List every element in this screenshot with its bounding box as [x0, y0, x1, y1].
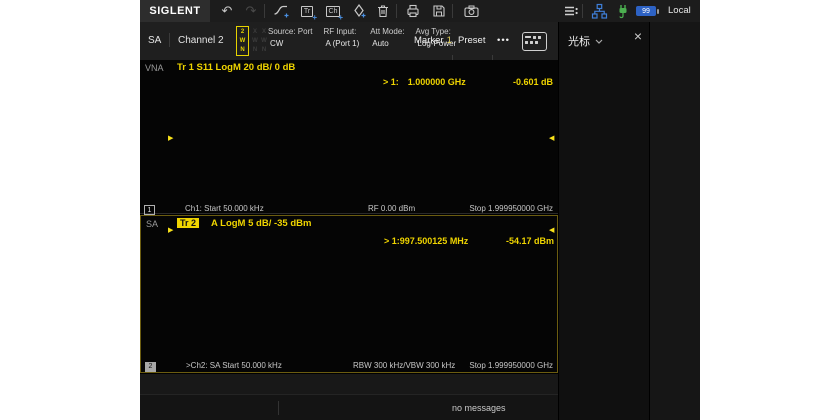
toolbar-divider [582, 4, 583, 18]
marker-panel: 光标 × [558, 22, 700, 420]
chevron-down-icon [595, 39, 603, 44]
more-button[interactable]: ••• [497, 22, 510, 60]
trace-end-marker-icon: ◀ [549, 135, 554, 142]
sa-section-label: SA [146, 219, 158, 229]
vna-channel-number[interactable]: 1 [144, 205, 155, 215]
setup-info-column: RF Input: A (Port 1) [323, 27, 359, 48]
vna-trace-header[interactable]: Tr 1 S11 LogM 20 dB/ 0 dB [177, 62, 295, 73]
undo-icon[interactable]: ↶ [216, 0, 238, 22]
channel-tab-letter: 2 [241, 29, 244, 35]
local-remote-button[interactable]: Local [668, 0, 691, 22]
ghost-tab-letter: W [261, 38, 267, 44]
vna-rf-power: RF 0.00 dBm [368, 204, 415, 213]
sa-window[interactable]: SA Tr 2 A LogM 5 dB/ -35 dBm > 1:997.500… [140, 215, 558, 373]
vna-window[interactable]: VNA Tr 1 S11 LogM 20 dB/ 0 dB > 1:1.0000… [140, 60, 558, 214]
channel-tab-active[interactable]: 2 WN [236, 26, 249, 56]
redo-icon[interactable]: ↷ [240, 0, 262, 22]
setup-label: Att Mode: [370, 27, 404, 36]
preset-button[interactable]: Preset [458, 22, 485, 60]
brand-logo: SIGLENT [140, 0, 210, 22]
network-icon[interactable] [588, 0, 610, 22]
ghost-tab-letter: W [252, 38, 258, 44]
battery-indicator: 99 [636, 6, 656, 16]
sa-channel-number[interactable]: 2 [145, 362, 156, 372]
marker-softkey[interactable]: Marker1 [414, 22, 452, 60]
channel-tab-letter: W [240, 38, 246, 44]
divider [169, 33, 170, 47]
ghost-tab-letter: X [253, 29, 257, 35]
panel-menu-column [649, 22, 700, 420]
toolbar-divider [452, 4, 453, 18]
sa-marker-readout: > 1:997.500125 MHz -54.17 dBm [384, 236, 554, 246]
add-marker-icon[interactable] [348, 0, 370, 22]
add-tr-icon[interactable]: Tr+ [296, 0, 318, 22]
trace-start-marker-icon: ▶ [168, 135, 173, 142]
vna-section-label: VNA [145, 63, 164, 73]
channel-bar: SA Channel 2 2WN XWN XWN Source: PortCWR… [140, 22, 558, 60]
print-icon[interactable] [402, 0, 424, 22]
setup-info-column: Source: Port CW [268, 27, 312, 48]
add-trace-curve-icon[interactable] [270, 0, 292, 22]
screenshot-camera-icon[interactable] [460, 0, 482, 22]
setup-value: Auto [370, 39, 404, 48]
menu-list-icon[interactable] [560, 0, 582, 22]
message-area: no messages [452, 395, 506, 420]
mode-label[interactable]: SA [148, 22, 161, 60]
setup-label: RF Input: [323, 27, 359, 36]
vna-stop-freq: Stop 1.999950000 GHz [469, 204, 553, 213]
toolbar-divider [264, 4, 265, 18]
delete-icon[interactable] [372, 0, 394, 22]
power-plug-icon [612, 0, 634, 22]
marker-number: 1 [447, 35, 452, 46]
apps-grid-icon[interactable] [522, 32, 547, 51]
sa-start-freq: >Ch2: SA Start 50.000 kHz [186, 361, 282, 370]
setup-value: A (Port 1) [323, 39, 359, 48]
divider [278, 401, 279, 415]
sa-stop-freq: Stop 1.999950000 GHz [469, 361, 553, 370]
setup-label: Source: Port [268, 27, 312, 36]
vna-marker-readout: > 1:1.000000 GHz -0.601 dB [383, 77, 553, 87]
sa-trace-header[interactable]: A LogM 5 dB/ -35 dBm [211, 218, 311, 229]
top-toolbar: SIGLENT ↶ ↷ Tr+ Ch+ [140, 0, 700, 22]
add-ch-icon[interactable]: Ch+ [322, 0, 344, 22]
status-bar [140, 374, 558, 394]
save-icon[interactable] [428, 0, 450, 22]
close-icon[interactable]: × [634, 28, 642, 44]
vna-start-freq: Ch1: Start 50.000 kHz [185, 204, 264, 213]
toolbar-divider [396, 4, 397, 18]
sa-rbw-vbw: RBW 300 kHz/VBW 300 kHz [353, 361, 455, 370]
sa-trace-badge[interactable]: Tr 2 [177, 218, 199, 228]
vna-plot[interactable] [175, 74, 555, 204]
screenshot-canvas: SIGLENT ↶ ↷ Tr+ Ch+ [0, 0, 840, 420]
channel-label[interactable]: Channel 2 [178, 22, 224, 60]
ghost-tab-letter: N [253, 47, 257, 53]
instrument-screen: SIGLENT ↶ ↷ Tr+ Ch+ [140, 0, 700, 420]
panel-title[interactable]: 光标 [568, 33, 603, 49]
setup-info-column: Att Mode: Auto [370, 27, 404, 48]
channel-tab-letter: N [240, 47, 244, 53]
trace-start-marker-icon: ▶ [168, 227, 173, 234]
ghost-tab-letter: N [262, 47, 266, 53]
trace-end-marker-icon: ◀ [549, 227, 554, 234]
setup-value: CW [268, 39, 312, 48]
ghost-tab-letter: X [262, 29, 266, 35]
sa-plot[interactable] [175, 230, 555, 360]
